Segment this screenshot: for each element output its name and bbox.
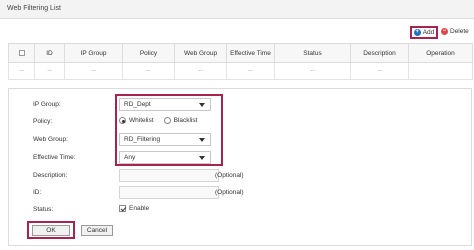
status-enable-label: Enable bbox=[129, 205, 150, 212]
status-label: Status: bbox=[33, 206, 54, 213]
select-all-cell[interactable] bbox=[8, 43, 35, 63]
radio-blacklist-label: Blacklist bbox=[173, 117, 198, 124]
dropdown-arrow-icon bbox=[199, 103, 205, 107]
effective-time-label: Effective Time: bbox=[33, 154, 76, 161]
table-cell: -- bbox=[274, 62, 351, 80]
delete-label: Delete bbox=[450, 28, 469, 35]
radio-whitelist-label: Whitelist bbox=[129, 117, 154, 124]
column-header[interactable]: ID bbox=[34, 43, 65, 63]
panel-header: Web Filtering List bbox=[0, 0, 474, 19]
web-group-select[interactable]: RD_Filtering bbox=[119, 133, 211, 146]
web-group-value: RD_Filtering bbox=[124, 136, 161, 143]
table-cell: -- bbox=[34, 62, 65, 80]
description-label: Description: bbox=[33, 172, 68, 179]
description-hint: (Optional) bbox=[215, 172, 244, 179]
ip-group-row: IP Group: RD_Dept bbox=[9, 97, 473, 112]
web-filtering-table: ID IP Group Policy Web Group Effective T… bbox=[8, 43, 473, 80]
minus-circle-icon: − bbox=[441, 28, 448, 35]
id-row: ID: (Optional) bbox=[9, 185, 473, 200]
cancel-button[interactable]: Cancel bbox=[81, 225, 113, 236]
effective-time-select[interactable]: Any bbox=[119, 151, 211, 164]
table-row: -- -- -- -- -- -- -- -- bbox=[8, 62, 473, 80]
dropdown-arrow-icon bbox=[199, 138, 205, 142]
policy-radio-group: Whitelist Blacklist bbox=[119, 117, 197, 124]
delete-button[interactable]: − Delete bbox=[441, 28, 469, 35]
ip-group-select[interactable]: RD_Dept bbox=[119, 98, 211, 111]
column-header[interactable]: Operation bbox=[408, 43, 473, 63]
dropdown-arrow-icon bbox=[199, 156, 205, 160]
web-group-row: Web Group: RD_Filtering bbox=[9, 132, 473, 147]
effective-time-row: Effective Time: Any bbox=[9, 150, 473, 165]
checkbox-checked-icon[interactable] bbox=[119, 205, 126, 212]
column-header[interactable]: Status bbox=[274, 43, 351, 63]
table-cell: -- bbox=[8, 62, 35, 80]
table-cell: -- bbox=[226, 62, 275, 80]
policy-label: Policy: bbox=[33, 118, 53, 125]
web-group-label: Web Group: bbox=[33, 136, 68, 143]
table-cell: -- bbox=[174, 62, 227, 80]
radio-selected-icon[interactable] bbox=[119, 117, 126, 124]
ok-button[interactable]: OK bbox=[32, 225, 70, 236]
policy-row: Policy: Whitelist Blacklist bbox=[9, 114, 473, 129]
radio-unselected-icon[interactable] bbox=[163, 117, 171, 124]
toolbar: + Add − Delete bbox=[0, 26, 474, 40]
id-input[interactable] bbox=[119, 186, 219, 199]
column-header[interactable]: Web Group bbox=[174, 43, 227, 63]
column-header[interactable]: IP Group bbox=[64, 43, 123, 63]
table-cell: -- bbox=[122, 62, 175, 80]
effective-time-value: Any bbox=[124, 154, 136, 161]
ip-group-label: IP Group: bbox=[33, 101, 61, 108]
add-button[interactable]: + Add bbox=[410, 26, 438, 39]
ip-group-value: RD_Dept bbox=[124, 101, 151, 108]
radio-whitelist[interactable]: Whitelist bbox=[119, 117, 154, 124]
description-row: Description: (Optional) bbox=[9, 168, 473, 183]
add-entry-form: IP Group: RD_Dept Policy: Whitelist Blac… bbox=[8, 88, 472, 246]
table-cell bbox=[408, 62, 473, 80]
plus-circle-icon: + bbox=[413, 29, 421, 36]
table-header-row: ID IP Group Policy Web Group Effective T… bbox=[8, 43, 473, 63]
column-header[interactable]: Effective Time bbox=[226, 43, 275, 63]
select-all-checkbox[interactable] bbox=[18, 49, 25, 56]
status-row: Status: Enable bbox=[9, 202, 473, 217]
id-label: ID: bbox=[33, 189, 42, 196]
column-header[interactable]: Policy bbox=[122, 43, 175, 63]
radio-blacklist[interactable]: Blacklist bbox=[163, 117, 198, 124]
panel-title: Web Filtering List bbox=[7, 5, 61, 12]
id-hint: (Optional) bbox=[215, 189, 244, 196]
add-label: Add bbox=[422, 29, 435, 36]
table-cell: -- bbox=[64, 62, 123, 80]
column-header[interactable]: Description bbox=[350, 43, 409, 63]
table-cell: -- bbox=[350, 62, 409, 80]
description-input[interactable] bbox=[119, 169, 219, 182]
status-enable-checkbox[interactable]: Enable bbox=[119, 205, 149, 212]
